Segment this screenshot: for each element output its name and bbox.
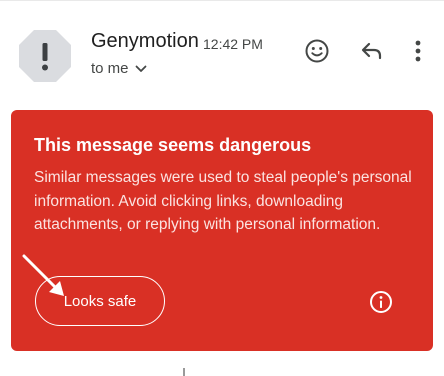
recipient-details-toggle[interactable]: to me bbox=[91, 60, 147, 77]
bottom-divider-mark bbox=[183, 368, 185, 376]
add-reaction-button[interactable] bbox=[301, 35, 333, 67]
sender-avatar[interactable] bbox=[17, 28, 73, 84]
chevron-down-icon bbox=[135, 65, 146, 72]
exclamation-octagon-icon bbox=[19, 30, 71, 82]
warning-title: This message seems dangerous bbox=[34, 135, 312, 155]
top-divider bbox=[0, 0, 444, 1]
warning-description: Similar messages were used to steal peop… bbox=[34, 169, 412, 233]
sender-name: Genymotion bbox=[91, 30, 199, 52]
warning-info-button[interactable] bbox=[369, 290, 393, 314]
more-options-button[interactable] bbox=[402, 35, 434, 67]
pointer-arrow-icon bbox=[22, 254, 64, 296]
sent-time: 12:42 PM bbox=[203, 36, 263, 52]
reply-icon bbox=[361, 42, 382, 60]
dangerous-message-warning: This message seems dangerous Similar mes… bbox=[11, 110, 433, 351]
reply-button[interactable] bbox=[356, 35, 388, 67]
email-view: Genymotion 12:42 PM to me This message s… bbox=[0, 0, 444, 376]
emoji-reaction-icon bbox=[305, 39, 329, 63]
more-vert-icon bbox=[415, 40, 421, 62]
info-icon bbox=[370, 291, 392, 313]
recipient-label: to me bbox=[91, 60, 129, 77]
